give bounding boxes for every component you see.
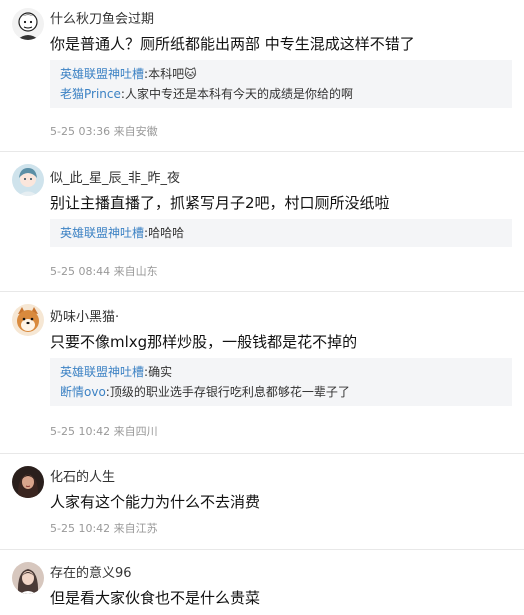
avatar[interactable]	[12, 562, 44, 594]
timestamp: 5-25 08:44	[50, 265, 111, 278]
reply-item: 英雄联盟神吐槽:本科吧🐱	[60, 67, 197, 81]
avatar[interactable]	[12, 304, 44, 336]
location: 来自安徽	[113, 125, 158, 138]
reply-box[interactable]: 英雄联盟神吐槽:确实 断情ovo:顶级的职业选手存银行吃利息都够花一辈子了	[50, 358, 512, 406]
avatar[interactable]	[12, 8, 44, 40]
reply-box[interactable]: 英雄联盟神吐槽:本科吧🐱 老猫Prince:人家中专还是本科有今天的成绩是你给的…	[50, 60, 512, 108]
comment-item: 存在的意义96 但是看大家伙食也不是什么贵菜	[0, 550, 524, 615]
reply-box[interactable]: 英雄联盟神吐槽:哈哈哈	[50, 219, 512, 247]
avatar-shiba-dog-icon	[12, 304, 44, 336]
comment-meta: 5-25 10:42 来自江苏	[50, 520, 158, 536]
reply-username[interactable]: 老猫Prince	[60, 87, 121, 101]
username[interactable]: 似_此_星_辰_非_昨_夜	[50, 167, 180, 186]
reply-text: 本科吧🐱	[148, 67, 197, 81]
reply-username[interactable]: 英雄联盟神吐槽	[60, 365, 144, 379]
comment-text: 只要不像mlxg那样炒股，一般钱都是花不掉的	[50, 333, 358, 351]
reply-username[interactable]: 英雄联盟神吐槽	[60, 226, 144, 240]
reply-item: 英雄联盟神吐槽:确实	[60, 365, 173, 379]
reply-item: 断情ovo:顶级的职业选手存银行吃利息都够花一辈子了	[60, 385, 350, 399]
comment-text: 你是普通人？厕所纸都能出两部 中专生混成这样不错了	[50, 35, 415, 53]
comment-text: 别让主播直播了，抓紧写月子2吧，村口厕所没纸啦	[50, 194, 390, 212]
reply-username[interactable]: 断情ovo	[60, 385, 106, 399]
reply-text: 人家中专还是本科有今天的成绩是你给的啊	[124, 87, 353, 101]
comment-meta: 5-25 03:36 来自安徽	[50, 123, 158, 139]
comment-item: 奶味小黑猫· 只要不像mlxg那样炒股，一般钱都是花不掉的 英雄联盟神吐槽:确实…	[0, 292, 524, 454]
username[interactable]: 什么秋刀鱼会过期	[50, 8, 154, 27]
avatar-woman-dark-icon	[12, 466, 44, 498]
reply-text: 顶级的职业选手存银行吃利息都够花一辈子了	[109, 385, 350, 399]
username[interactable]: 存在的意义96	[50, 562, 132, 581]
timestamp: 5-25 10:42	[50, 522, 111, 535]
location: 来自四川	[113, 425, 158, 438]
comment-item: 什么秋刀鱼会过期 你是普通人？厕所纸都能出两部 中专生混成这样不错了 英雄联盟神…	[0, 0, 524, 152]
reply-text: 确实	[148, 365, 173, 379]
username[interactable]: 奶味小黑猫·	[50, 306, 119, 325]
reply-item: 老猫Prince:人家中专还是本科有今天的成绩是你给的啊	[60, 87, 353, 101]
avatar-girl-portrait-icon	[12, 562, 44, 594]
comment-text: 人家有这个能力为什么不去消费	[50, 493, 261, 511]
avatar[interactable]	[12, 164, 44, 196]
comment-meta: 5-25 10:42 来自四川	[50, 423, 158, 439]
reply-text: 哈哈哈	[148, 226, 185, 240]
location: 来自山东	[113, 265, 158, 278]
comment-meta: 5-25 08:44 来自山东	[50, 263, 158, 279]
reply-item: 英雄联盟神吐槽:哈哈哈	[60, 226, 185, 240]
location: 来自江苏	[113, 522, 158, 535]
comment-item: 化石的人生 人家有这个能力为什么不去消费 5-25 10:42 来自江苏	[0, 454, 524, 550]
avatar-anime-girl-icon	[12, 164, 44, 196]
timestamp: 5-25 10:42	[50, 425, 111, 438]
avatar-cartoon-man-icon	[12, 8, 44, 40]
avatar[interactable]	[12, 466, 44, 498]
comment-item: 似_此_星_辰_非_昨_夜 别让主播直播了，抓紧写月子2吧，村口厕所没纸啦 英雄…	[0, 152, 524, 292]
reply-username[interactable]: 英雄联盟神吐槽	[60, 67, 144, 81]
username[interactable]: 化石的人生	[50, 466, 115, 485]
timestamp: 5-25 03:36	[50, 125, 111, 138]
comment-text: 但是看大家伙食也不是什么贵菜	[50, 589, 261, 607]
